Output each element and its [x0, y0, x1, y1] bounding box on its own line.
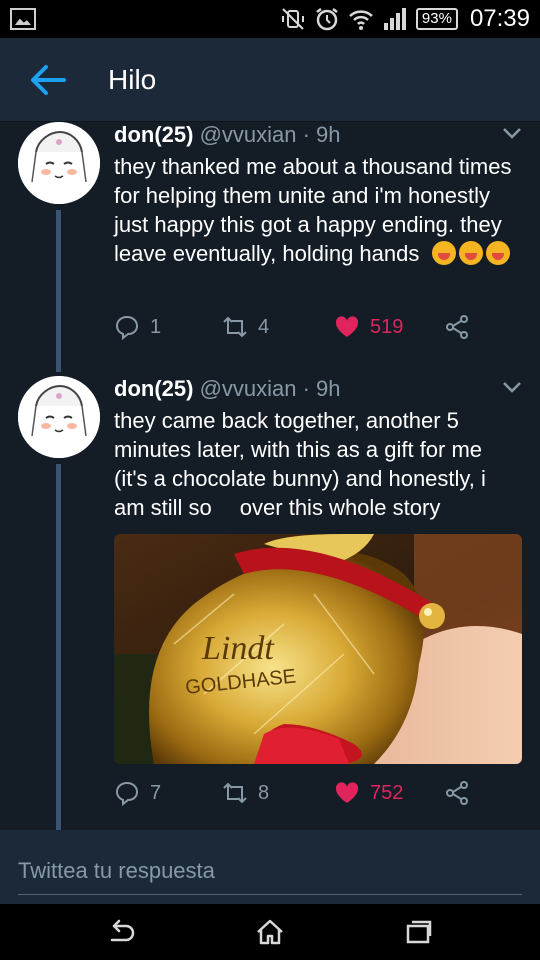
- reply-count: 1: [150, 315, 162, 338]
- display-name[interactable]: don(25): [114, 122, 193, 147]
- heart-icon: [335, 782, 359, 803]
- reply-button[interactable]: 1: [114, 312, 161, 342]
- app-header: Hilo: [0, 38, 540, 122]
- like-count: 752: [370, 781, 404, 804]
- tweet[interactable]: don(25) @vvuxian · 9h they came back tog…: [0, 376, 540, 830]
- status-icons: 93% 07:39: [280, 0, 530, 38]
- face-emoji: [431, 241, 456, 265]
- arrow-left-icon[interactable]: [28, 62, 68, 98]
- reply-button[interactable]: 7: [114, 778, 161, 808]
- reply-icon: [115, 315, 139, 340]
- retweet-count: 4: [258, 315, 270, 338]
- tweet-text: they came back together, another 5 minut…: [114, 406, 514, 522]
- like-button[interactable]: 752: [334, 778, 403, 808]
- home-nav-icon[interactable]: [255, 918, 285, 946]
- tweet-text: they thanked me about a thousand times f…: [114, 152, 514, 268]
- back-nav-icon[interactable]: [106, 918, 136, 946]
- avatar[interactable]: [18, 122, 100, 204]
- reply-input[interactable]: Twittea tu respuesta: [18, 858, 215, 884]
- wifi-icon: [349, 10, 373, 30]
- clock: 07:39: [469, 5, 530, 32]
- handle-and-time: @vvuxian · 9h: [199, 376, 341, 401]
- retweet-button[interactable]: 8: [222, 778, 269, 808]
- like-button[interactable]: 519: [334, 312, 403, 342]
- tweet-photo[interactable]: Lindt GOLDHASE: [114, 534, 522, 764]
- system-nav-bar: [0, 904, 540, 960]
- page-title: Hilo: [108, 64, 157, 95]
- battery-icon: 93%: [415, 8, 458, 30]
- reply-icon: [115, 781, 139, 806]
- tweet-header: don(25) @vvuxian · 9h: [114, 122, 341, 148]
- reply-underline: [18, 894, 522, 895]
- display-name[interactable]: don(25): [114, 376, 193, 401]
- avatar[interactable]: [18, 376, 100, 458]
- retweet-button[interactable]: 4: [222, 312, 269, 342]
- tweet-text-body-end: over this whole story: [239, 495, 441, 520]
- tweet-header: don(25) @vvuxian · 9h: [114, 376, 341, 402]
- share-button[interactable]: [444, 778, 470, 808]
- gallery-icon: [10, 8, 36, 30]
- thread-line: [56, 210, 61, 372]
- retweet-icon: [223, 316, 247, 338]
- status-bar: 93% 07:39: [0, 0, 540, 38]
- alarm-icon: [316, 8, 338, 31]
- share-button[interactable]: [444, 312, 470, 342]
- vibrate-off-icon: [281, 8, 304, 30]
- share-icon: [446, 781, 468, 805]
- chevron-down-icon[interactable]: [502, 380, 522, 394]
- recents-nav-icon[interactable]: [404, 918, 434, 946]
- signal-icon: [383, 8, 406, 30]
- chevron-down-icon[interactable]: [502, 126, 522, 140]
- tweet-actions: 7 8 752: [114, 778, 514, 808]
- thread-line: [56, 464, 61, 830]
- reply-count: 7: [150, 781, 162, 804]
- tweet-actions: 1 4 519: [114, 312, 514, 342]
- share-icon: [446, 315, 468, 339]
- like-count: 519: [370, 315, 404, 338]
- face-emoji: [485, 241, 510, 265]
- face-emoji: [458, 241, 483, 265]
- photo-brand-label: Lindt: [201, 630, 275, 667]
- retweet-icon: [223, 782, 247, 804]
- reply-composer: Twittea tu respuesta: [0, 830, 540, 904]
- tweet[interactable]: don(25) @vvuxian · 9h they thanked me ab…: [0, 122, 540, 372]
- handle-and-time: @vvuxian · 9h: [199, 122, 341, 147]
- retweet-count: 8: [258, 781, 270, 804]
- heart-icon: [335, 316, 359, 337]
